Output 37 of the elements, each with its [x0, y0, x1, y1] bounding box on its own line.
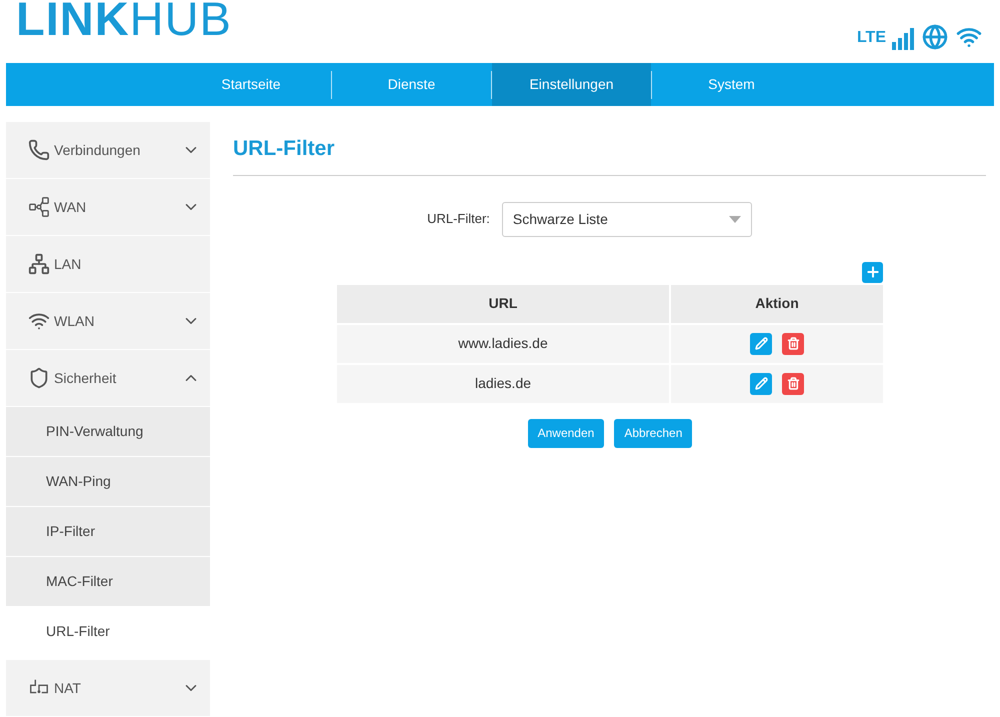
pencil-icon: [754, 337, 768, 350]
add-button[interactable]: [862, 262, 883, 282]
sidebar-subitem[interactable]: IP-Filter: [6, 507, 210, 556]
sidebar-item[interactable]: WAN: [6, 179, 210, 235]
dropdown-caret-icon: [728, 216, 741, 222]
sidebar-item[interactable]: LAN: [6, 236, 210, 292]
network-icon: [28, 253, 50, 275]
trash-icon: [786, 337, 800, 350]
page-title: URL-Filter: [233, 133, 986, 176]
network-nodes-icon: [28, 196, 50, 218]
globe-icon: [922, 24, 948, 50]
sidebar-subitem[interactable]: WAN-Ping: [6, 457, 210, 506]
plus-icon: [864, 264, 880, 280]
nav-tab[interactable]: Einstellungen: [492, 63, 651, 106]
column-header: Aktion: [671, 284, 883, 322]
filter-dropdown[interactable]: Schwarze Liste: [502, 202, 752, 236]
trash-icon: [786, 377, 800, 390]
edit-button[interactable]: [750, 332, 772, 354]
table-cell: ladies.de: [337, 364, 669, 402]
network-type: LTE: [856, 28, 886, 48]
signal-icon: [892, 28, 916, 50]
shield-icon: [28, 367, 50, 389]
sidebar-item[interactable]: NAT: [6, 660, 210, 716]
sidebar-subitem[interactable]: MAC-Filter: [6, 557, 210, 606]
sidebar-subitem[interactable]: PIN-Verwaltung: [6, 407, 210, 456]
column-header: URL: [337, 284, 669, 322]
sidebar-item[interactable]: WLAN: [6, 293, 210, 349]
filter-label: URL-Filter:: [427, 210, 490, 228]
logo: LINKHUB: [16, 0, 232, 44]
delete-button[interactable]: [782, 332, 804, 354]
delete-button[interactable]: [782, 372, 804, 394]
edit-button[interactable]: [750, 372, 772, 394]
sidebar-item[interactable]: Verbindungen: [6, 122, 210, 178]
table-cell: www.ladies.de: [337, 324, 669, 362]
pencil-icon: [754, 377, 768, 390]
sidebar-item[interactable]: Sicherheit: [6, 350, 210, 406]
phone-icon: [28, 139, 50, 161]
